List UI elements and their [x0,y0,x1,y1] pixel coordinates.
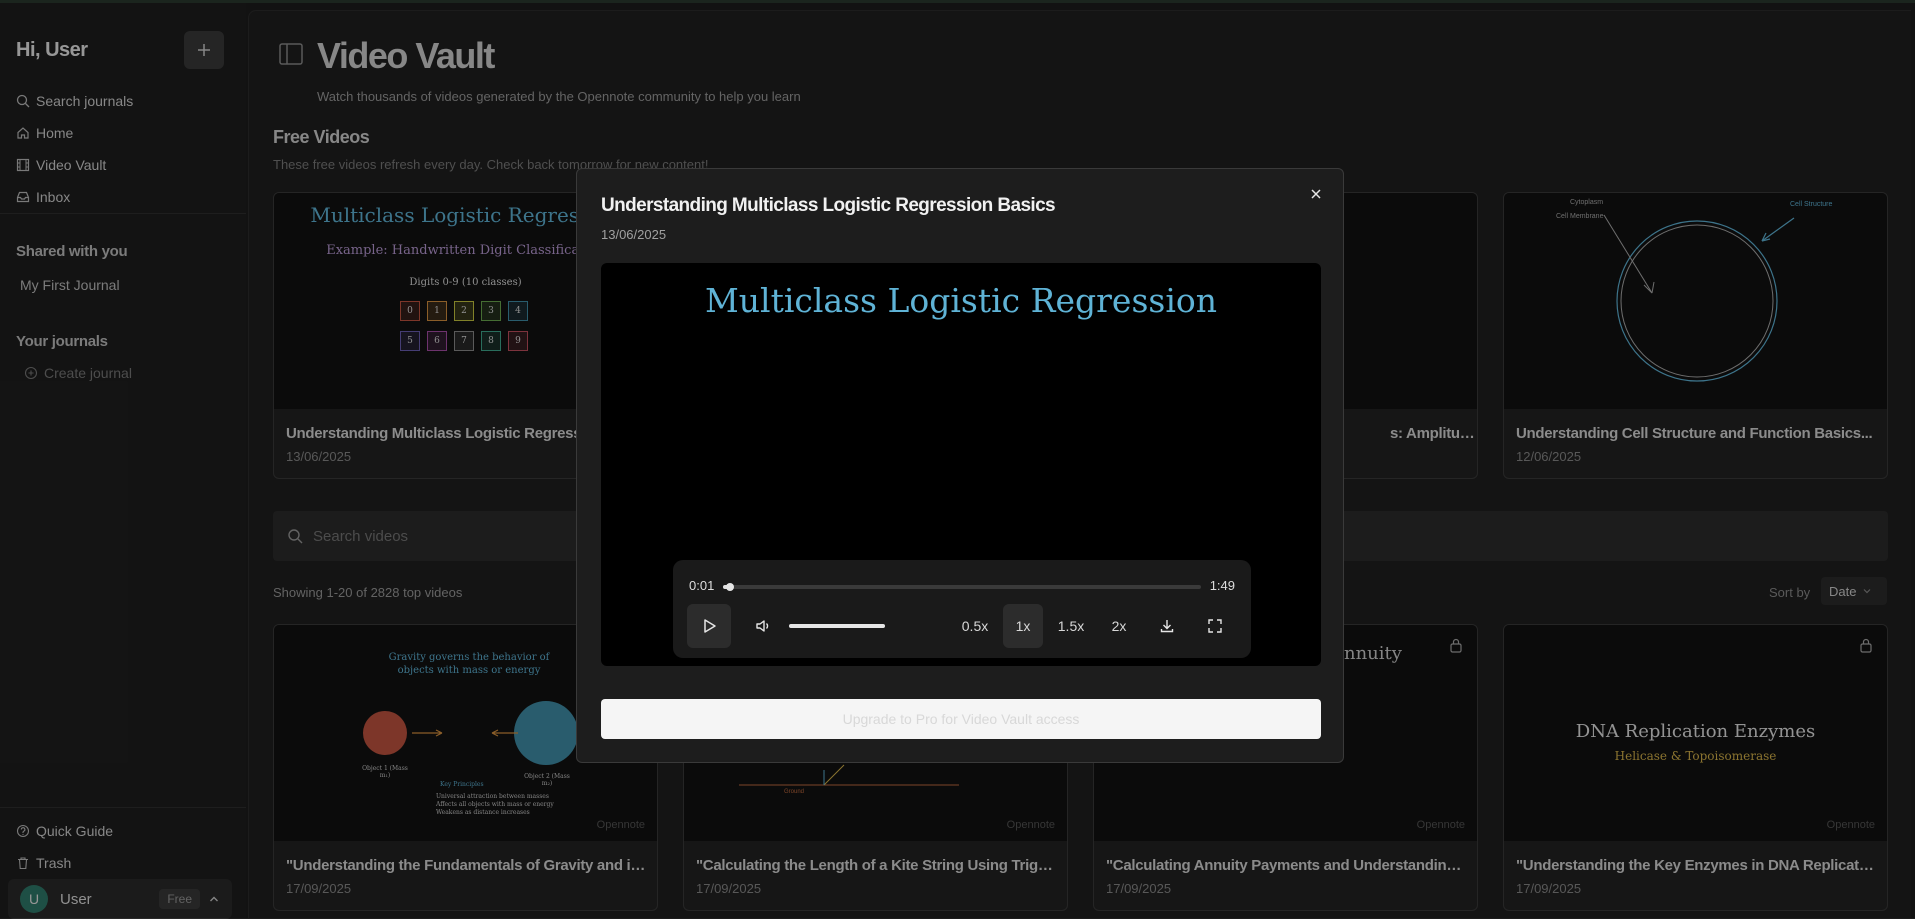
video-modal: Understanding Multiclass Logistic Regres… [576,168,1344,763]
upgrade-button[interactable]: Upgrade to Pro for Video Vault access [601,699,1321,739]
fullscreen-button[interactable] [1195,604,1235,648]
volume-fill [789,624,885,628]
total-time: 1:49 [1209,578,1235,593]
volume-slider[interactable] [789,624,885,628]
close-icon [1311,189,1321,199]
speed-1-5x-button[interactable]: 1.5x [1051,604,1091,648]
mute-button[interactable] [743,604,783,648]
speed-1x-button[interactable]: 1x [1003,604,1043,648]
play-icon [704,619,716,633]
progress-handle[interactable] [725,583,734,591]
download-button[interactable] [1147,604,1187,648]
player-controls: 0:01 1:49 0.5x 1x 1.5x 2x [673,560,1251,658]
download-icon [1160,620,1174,633]
video-frame-title: Multiclass Logistic Regression [704,281,1217,320]
play-button[interactable] [687,604,731,648]
volume-icon [756,620,769,632]
speed-2x-button[interactable]: 2x [1099,604,1139,648]
progress-bar[interactable] [723,583,1201,591]
speed-0-5x-button[interactable]: 0.5x [955,604,995,648]
modal-title: Understanding Multiclass Logistic Regres… [601,195,1056,216]
modal-date: 13/06/2025 [601,227,667,242]
video-player[interactable]: Multiclass Logistic Regression 0:01 1:49… [601,263,1321,666]
current-time: 0:01 [689,578,715,593]
fullscreen-icon [1208,619,1222,633]
close-button[interactable] [1305,183,1327,205]
